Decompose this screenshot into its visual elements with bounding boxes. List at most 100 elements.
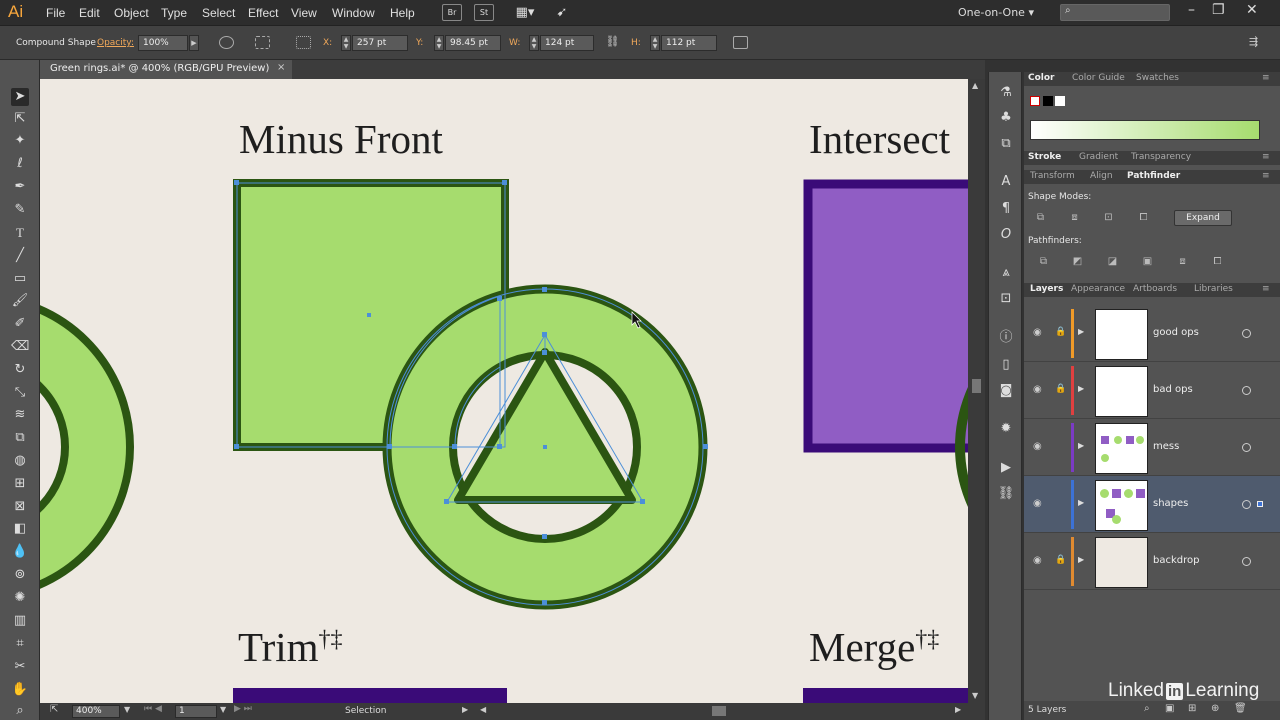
y-field[interactable]: 98.45 pt [445,35,501,51]
artboard-canvas[interactable]: Minus Front Intersect Trim†‡ Merge†‡ [40,79,968,703]
purple-square[interactable] [803,179,968,453]
layer-row-shapes[interactable]: ◉ ▶ shapes [1024,476,1280,533]
black-swatch[interactable] [1043,96,1053,106]
paragraph-icon[interactable]: ¶ [997,200,1015,218]
selection-indicator[interactable] [1257,501,1263,507]
new-layer-icon[interactable]: ⊕ [1211,703,1219,714]
horizontal-scroll-thumb[interactable] [712,706,726,716]
asset-export-icon[interactable]: ⧉ [997,135,1015,153]
gradient-tool-icon[interactable]: ◧ [11,520,29,538]
delete-layer-icon[interactable]: 🗑 [1234,703,1247,714]
vertical-scrollbar[interactable]: ▲ ▼ [968,79,985,703]
workspace-switcher[interactable]: One-on-One ▾ [958,6,1034,19]
layer-target-icon[interactable] [1242,500,1251,509]
document-tab[interactable]: Green rings.ai* @ 400% (RGB/GPU Preview)… [40,60,292,79]
layer-name[interactable]: backdrop [1153,555,1199,566]
visibility-eye-icon[interactable]: ◉ [1033,555,1042,566]
white-swatch[interactable] [1055,96,1065,106]
opacity-dropdown-icon[interactable]: ▶ [189,35,199,51]
minus-back-icon[interactable]: ⧠ [1210,254,1225,269]
status-menu-icon[interactable]: ▶ [462,705,468,714]
visibility-eye-icon[interactable]: ◉ [1033,441,1042,452]
tab-appearance[interactable]: Appearance [1071,284,1125,294]
layer-row-backdrop[interactable]: ◉ 🔒 ▶ backdrop [1024,533,1280,590]
zoom-dropdown-icon[interactable]: ▼ [124,705,130,714]
constrain-proportions-icon[interactable]: ⛓ [605,36,620,49]
opentype-icon[interactable]: O [997,226,1015,244]
lock-icon[interactable]: 🔒 [1055,555,1066,565]
artboard-tool-icon[interactable]: ⌗ [11,635,29,653]
blend-tool-icon[interactable]: ⊚ [11,566,29,584]
zoom-field[interactable]: 400% [72,705,120,718]
trim-icon[interactable]: ◩ [1070,254,1085,269]
none-swatch-icon[interactable] [1030,96,1040,106]
intersect-icon[interactable]: ⊡ [1101,210,1116,225]
layer-name[interactable]: good ops [1153,327,1199,338]
w-field[interactable]: 124 pt [540,35,594,51]
recolor-icon[interactable] [219,36,234,49]
tab-libraries[interactable]: Libraries [1194,284,1233,294]
slice-tool-icon[interactable]: ✂ [11,658,29,676]
paintbrush-tool-icon[interactable]: 🖌 [11,292,29,310]
character-icon[interactable]: A [997,173,1015,191]
menu-type[interactable]: Type [161,6,187,20]
last-artboard-icon[interactable]: ▶ ⏭ [234,704,252,714]
panel-menu-icon[interactable]: ≡ [1262,73,1270,83]
layer-name[interactable]: mess [1153,441,1179,452]
actions-icon[interactable]: ▶ [997,459,1015,477]
layer-target-icon[interactable] [1242,443,1251,452]
stock-button[interactable]: St [474,4,494,21]
lock-icon[interactable]: 🔒 [1055,384,1066,394]
first-artboard-icon[interactable]: ⏮ ◀ [144,704,162,714]
unite-icon[interactable]: ⧉ [1033,210,1048,225]
expand-layer-icon[interactable]: ▶ [1078,555,1084,564]
divide-icon[interactable]: ⧉ [1036,254,1051,269]
new-sublayer-icon[interactable]: ⊞ [1188,703,1196,714]
w-spinner[interactable]: ▲ ▼ [529,35,539,51]
visibility-eye-icon[interactable]: ◉ [1033,327,1042,338]
merge-icon[interactable]: ◪ [1105,254,1120,269]
make-clipping-mask-icon[interactable]: ▣ [1165,703,1174,714]
free-transform-tool-icon[interactable]: ⧉ [11,429,29,447]
expand-layer-icon[interactable]: ▶ [1078,441,1084,450]
scroll-up-icon[interactable]: ▲ [972,81,978,90]
tab-align[interactable]: Align [1090,171,1113,181]
expand-button[interactable]: Expand [1174,210,1232,226]
menu-edit[interactable]: Edit [79,6,100,20]
properties-icon[interactable]: ✹ [997,420,1015,438]
curvature-tool-icon[interactable]: ✎ [11,201,29,219]
menu-help[interactable]: Help [390,6,415,20]
layer-row-bad-ops[interactable]: ◉ 🔒 ▶ bad ops [1024,362,1280,419]
menu-select[interactable]: Select [202,6,235,20]
tab-gradient[interactable]: Gradient [1079,152,1118,162]
direct-selection-tool-icon[interactable]: ⇱ [11,110,29,128]
h-field[interactable]: 112 pt [661,35,717,51]
visibility-eye-icon[interactable]: ◉ [1033,384,1042,395]
opacity-label[interactable]: Opacity: [97,38,134,48]
exclude-icon[interactable]: ⧠ [1136,210,1151,225]
column-graph-tool-icon[interactable]: ▥ [11,612,29,630]
panel-menu-icon[interactable]: ≡ [1262,171,1270,181]
maximize-button[interactable]: ❐ [1212,2,1225,18]
panel-menu-icon[interactable]: ≡ [1262,284,1270,294]
tab-transparency[interactable]: Transparency [1131,152,1191,162]
artboard-dropdown-icon[interactable]: ▼ [220,705,226,714]
menu-effect[interactable]: Effect [248,6,278,20]
scroll-right-icon[interactable]: ▶ [955,705,961,714]
layer-target-icon[interactable] [1242,329,1251,338]
h-spinner[interactable]: ▲ ▼ [650,35,660,51]
tab-swatches[interactable]: Swatches [1136,73,1179,83]
close-document-icon[interactable]: × [277,62,285,73]
layer-target-icon[interactable] [1242,386,1251,395]
selection-tool-icon[interactable]: ➤ [11,88,29,106]
share-icon[interactable]: ⇱ [50,704,58,715]
minus-front-icon[interactable]: ⧈ [1067,210,1082,225]
mesh-tool-icon[interactable]: ⊠ [11,498,29,516]
transform-icon[interactable] [733,36,748,49]
gpu-performance-icon[interactable]: ➹ [552,4,572,21]
locate-object-icon[interactable]: ⌕ [1144,703,1150,714]
document-info-icon[interactable]: ▯ [997,356,1015,374]
visibility-eye-icon[interactable]: ◉ [1033,498,1042,509]
crop-icon[interactable]: ▣ [1140,254,1155,269]
outline-icon[interactable]: ⧈ [1175,254,1190,269]
